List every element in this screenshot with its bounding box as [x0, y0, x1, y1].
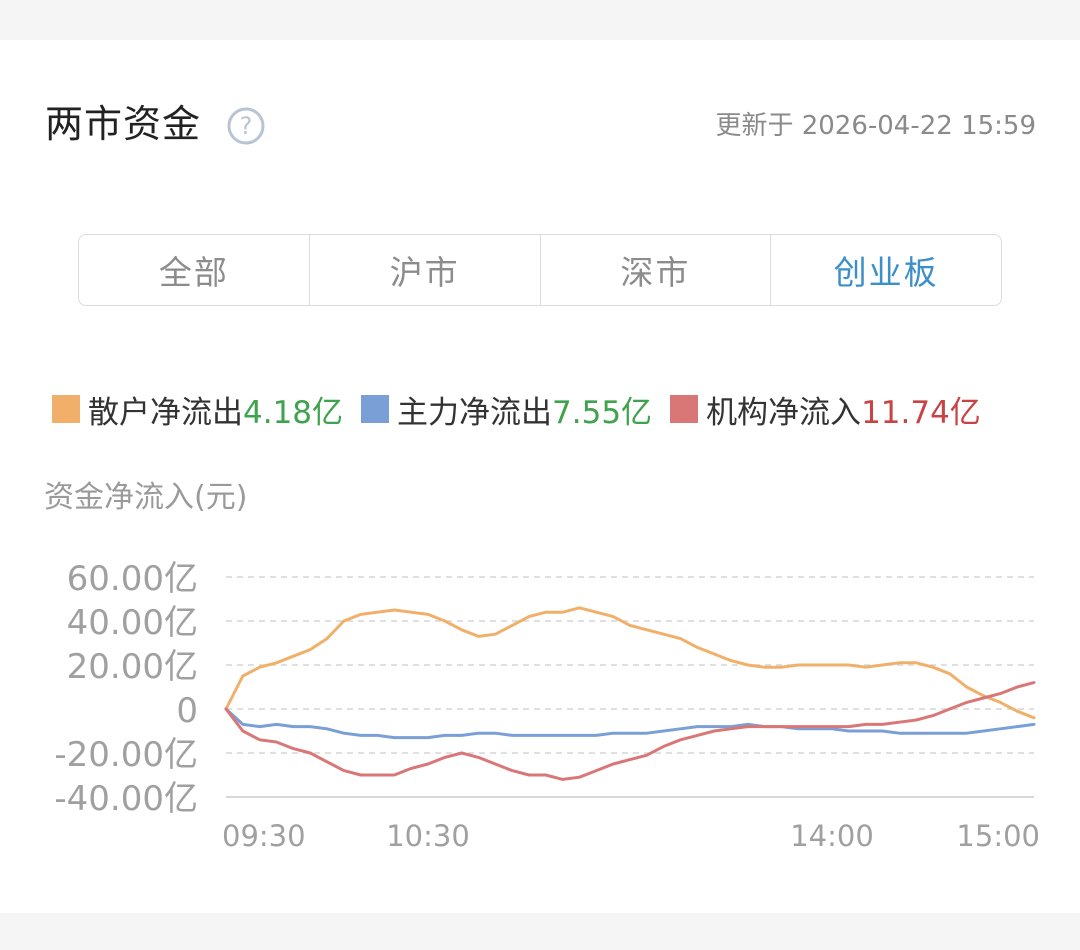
x-tick-label: 14:00 [790, 819, 874, 853]
x-tick-label: 15:00 [956, 819, 1040, 853]
y-tick-label: 0 [176, 691, 198, 731]
series-line-3 [224, 681, 1036, 781]
tab-all[interactable]: 全部 [79, 235, 310, 305]
legend-swatch-institution [670, 395, 699, 423]
legend-label-institution: 机构净流入 [706, 394, 862, 431]
svg-text:?: ? [240, 112, 253, 140]
series-line-2 [224, 707, 1036, 740]
y-tick-label: -40.00亿 [54, 779, 198, 819]
tab-chinext[interactable]: 创业板 [771, 235, 1001, 305]
legend-value-retail: 4.18亿 [243, 394, 344, 431]
tab-shenzhen[interactable]: 深市 [541, 235, 772, 305]
y-tick-label: -20.00亿 [54, 735, 198, 775]
y-tick-label: 60.00亿 [67, 559, 198, 599]
fund-flow-line-chart: 60.00亿40.00亿20.00亿0-20.00亿-40.00亿 09:30 10… [54, 559, 1040, 853]
series-line-1 [224, 606, 1036, 720]
legend-label-main: 主力净流出 [397, 394, 553, 431]
top-divider-strip [0, 0, 1080, 40]
bottom-divider-strip [0, 913, 1080, 950]
legend-item-institution: 机构净流入 11.74亿 [670, 387, 981, 432]
legend-label-retail: 散户净流出 [88, 394, 243, 431]
legend-item-retail: 散户净流出 4.18亿 [52, 387, 343, 432]
y-axis-title: 资金净流入(元) [44, 480, 248, 515]
y-tick-label: 20.00亿 [67, 647, 198, 687]
legend-value-institution: 11.74亿 [861, 394, 981, 431]
legend-swatch-main [361, 395, 390, 423]
x-tick-label: 10:30 [386, 819, 470, 853]
chart-legend: 散户净流出 4.18亿 主力净流出 7.55亿 机构净流入 11.74亿 [52, 384, 981, 434]
legend-value-main: 7.55亿 [552, 394, 653, 431]
help-icon[interactable]: ? [226, 106, 266, 146]
market-tabs: 全部 沪市 深市 创业板 [78, 234, 1002, 306]
tab-shanghai[interactable]: 沪市 [310, 235, 541, 305]
x-tick-label: 09:30 [222, 819, 306, 853]
update-timestamp: 更新于 2026-04-22 15:59 [715, 111, 1036, 141]
legend-swatch-retail [52, 395, 80, 423]
legend-item-main: 主力净流出 7.55亿 [361, 387, 652, 432]
y-tick-label: 40.00亿 [67, 603, 198, 643]
page-title: 两市资金 [45, 102, 202, 146]
